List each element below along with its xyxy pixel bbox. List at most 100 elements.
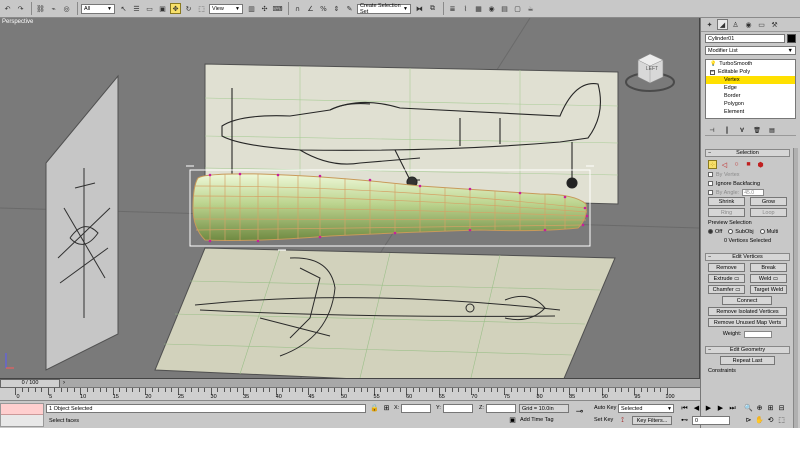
lock-selection-icon[interactable]: 🔒 <box>370 404 379 413</box>
mirror-icon[interactable]: ⧓ <box>414 3 425 14</box>
edit-geometry-rollout-header[interactable]: − Edit Geometry <box>705 346 790 354</box>
current-frame-field[interactable]: 0 <box>692 416 730 425</box>
object-color-swatch[interactable] <box>787 34 796 43</box>
remove-modifier-icon[interactable]: 🗑 <box>752 126 762 135</box>
remove-isolated-button[interactable]: Remove Isolated Vertices <box>708 307 787 316</box>
time-slider-thumb[interactable]: 0 / 100 <box>0 379 60 388</box>
keyboard-icon[interactable]: ⌨ <box>272 3 283 14</box>
polygon-mode-icon[interactable]: ■ <box>744 160 753 169</box>
add-time-tag[interactable]: Add Time Tag <box>520 416 554 425</box>
redo-icon[interactable]: ↷ <box>15 3 26 14</box>
auto-key-label[interactable]: Auto Key <box>594 404 616 413</box>
named-selection-dropdown[interactable]: Create Selection Set ▼ <box>357 3 411 15</box>
key-icon[interactable]: ⊸ <box>575 407 584 416</box>
remove-button[interactable]: Remove <box>708 263 745 272</box>
key-filters-button[interactable]: Key Filters... <box>632 416 672 425</box>
perspective-viewport[interactable]: Perspective LEFT <box>0 18 700 379</box>
make-unique-icon[interactable]: ∀ <box>737 126 747 135</box>
viewport-label[interactable]: Perspective <box>2 19 33 25</box>
stack-item-element[interactable]: Element <box>706 108 795 116</box>
schematic-icon[interactable]: ▦ <box>473 3 484 14</box>
maxscript-line[interactable] <box>1 404 43 415</box>
selection-rollout-header[interactable]: − Selection <box>705 149 790 157</box>
zoom-icon[interactable]: 🔍 <box>744 404 753 413</box>
stack-item-border[interactable]: Border <box>706 92 795 100</box>
select-icon[interactable]: ↖ <box>118 3 129 14</box>
ignore-backfacing-checkbox[interactable]: Ignore Backfacing <box>705 179 790 188</box>
minus-icon[interactable]: − <box>710 69 715 75</box>
stack-item-polygon[interactable]: Polygon <box>706 100 795 108</box>
repeat-last-button[interactable]: Repeat Last <box>720 356 775 365</box>
loop-button[interactable]: Loop <box>750 208 787 217</box>
key-mode-dropdown[interactable]: Selected ▼ <box>618 404 674 413</box>
play-icon[interactable]: ▶ <box>704 404 713 413</box>
preview-multi-radio[interactable] <box>759 229 765 234</box>
time-tag-icon[interactable]: ▣ <box>508 416 517 425</box>
set-key-icon[interactable]: ⟟ <box>618 416 627 425</box>
percent-snap-icon[interactable]: % <box>318 3 329 14</box>
stack-item-turbosmooth[interactable]: 💡 TurboSmooth <box>706 60 795 68</box>
modifier-list-dropdown[interactable]: Modifier List ▼ <box>705 46 796 55</box>
extrude-button[interactable]: Extrude ▭ <box>708 274 745 283</box>
edge-mode-icon[interactable]: ◁ <box>720 160 729 169</box>
shrink-button[interactable]: Shrink <box>708 197 745 206</box>
pin-stack-icon[interactable]: ⊣ <box>707 126 717 135</box>
chamfer-button[interactable]: Chamfer ▭ <box>708 285 745 294</box>
selection-filter-dropdown[interactable]: All ▼ <box>81 3 115 14</box>
remove-unused-map-verts-button[interactable]: Remove Unused Map Verts <box>708 318 787 327</box>
viewcube[interactable]: LEFT <box>625 50 675 94</box>
motion-tab-icon[interactable]: ◉ <box>743 19 754 30</box>
y-coordinate-field[interactable] <box>443 404 473 413</box>
angle-snap-icon[interactable]: ∠ <box>305 3 316 14</box>
element-mode-icon[interactable]: ⬢ <box>756 160 765 169</box>
time-slider-next-icon[interactable]: › <box>60 379 65 388</box>
x-coordinate-field[interactable] <box>401 404 431 413</box>
layer-icon[interactable]: ≣ <box>447 3 458 14</box>
go-to-end-icon[interactable]: ⏭ <box>728 404 737 413</box>
stack-item-edge[interactable]: Edge <box>706 84 795 92</box>
curve-editor-icon[interactable]: ⌇ <box>460 3 471 14</box>
angle-spinner[interactable]: 45.0 <box>742 189 765 196</box>
maxscript-listener[interactable] <box>0 403 44 427</box>
spinner-snap-icon[interactable]: ⇕ <box>331 3 342 14</box>
select-by-name-icon[interactable]: ☰ <box>131 3 142 14</box>
ring-button[interactable]: Ring <box>708 208 745 217</box>
scale-icon[interactable]: ⬚ <box>196 3 207 14</box>
render-icon[interactable]: ☕ <box>525 3 536 14</box>
object-name-field[interactable]: Cylinder01 <box>705 34 785 43</box>
absolute-mode-icon[interactable]: ⊞ <box>382 404 391 413</box>
grow-button[interactable]: Grow <box>750 197 787 206</box>
align-icon[interactable]: ⧉ <box>427 3 438 14</box>
by-angle-checkbox[interactable]: By Angle: 45.0 <box>705 188 790 197</box>
window-crossing-icon[interactable]: ▣ <box>157 3 168 14</box>
snap-icon[interactable]: ∩ <box>292 3 303 14</box>
viewport-scene[interactable] <box>0 18 700 379</box>
display-tab-icon[interactable]: ▭ <box>756 19 767 30</box>
previous-frame-icon[interactable]: ◀ <box>692 404 701 413</box>
preview-subobj-radio[interactable] <box>728 229 734 234</box>
rect-region-icon[interactable]: ▭ <box>144 3 155 14</box>
by-vertex-checkbox[interactable]: By Vertex <box>705 170 790 179</box>
maximize-viewport-icon[interactable]: ⬚ <box>777 416 786 425</box>
next-frame-icon[interactable]: ▶ <box>716 404 725 413</box>
set-key-label[interactable]: Set Key <box>594 416 613 425</box>
vertex-mode-icon[interactable]: ⁘ <box>708 160 717 169</box>
show-end-result-icon[interactable]: ║ <box>722 126 732 135</box>
stack-item-editable-poly[interactable]: − Editable Poly <box>706 68 795 76</box>
bind-icon[interactable]: ◎ <box>61 3 72 14</box>
key-mode-toggle-icon[interactable]: ⊷ <box>680 416 689 425</box>
z-coordinate-field[interactable] <box>486 404 516 413</box>
zoom-all-icon[interactable]: ⊕ <box>755 404 764 413</box>
rotate-icon[interactable]: ↻ <box>183 3 194 14</box>
track-bar[interactable]: 0 5 10 15 20 25 30 35 40 45 50 55 60 65 70 75 80 85 90 95 10… <box>0 388 700 401</box>
pan-icon[interactable]: ✋ <box>755 416 764 425</box>
stack-item-vertex[interactable]: Vertex <box>706 76 795 84</box>
link-icon[interactable]: ⛓ <box>35 3 46 14</box>
zoom-extents-all-icon[interactable]: ⊟ <box>777 404 786 413</box>
hierarchy-tab-icon[interactable]: ♙ <box>730 19 741 30</box>
manipulate-icon[interactable]: ✣ <box>259 3 270 14</box>
weld-button[interactable]: Weld ▭ <box>750 274 787 283</box>
utilities-tab-icon[interactable]: ⚒ <box>769 19 780 30</box>
ref-coord-dropdown[interactable]: View ▼ <box>209 3 243 14</box>
settings-icon[interactable]: ▭ <box>773 276 778 282</box>
